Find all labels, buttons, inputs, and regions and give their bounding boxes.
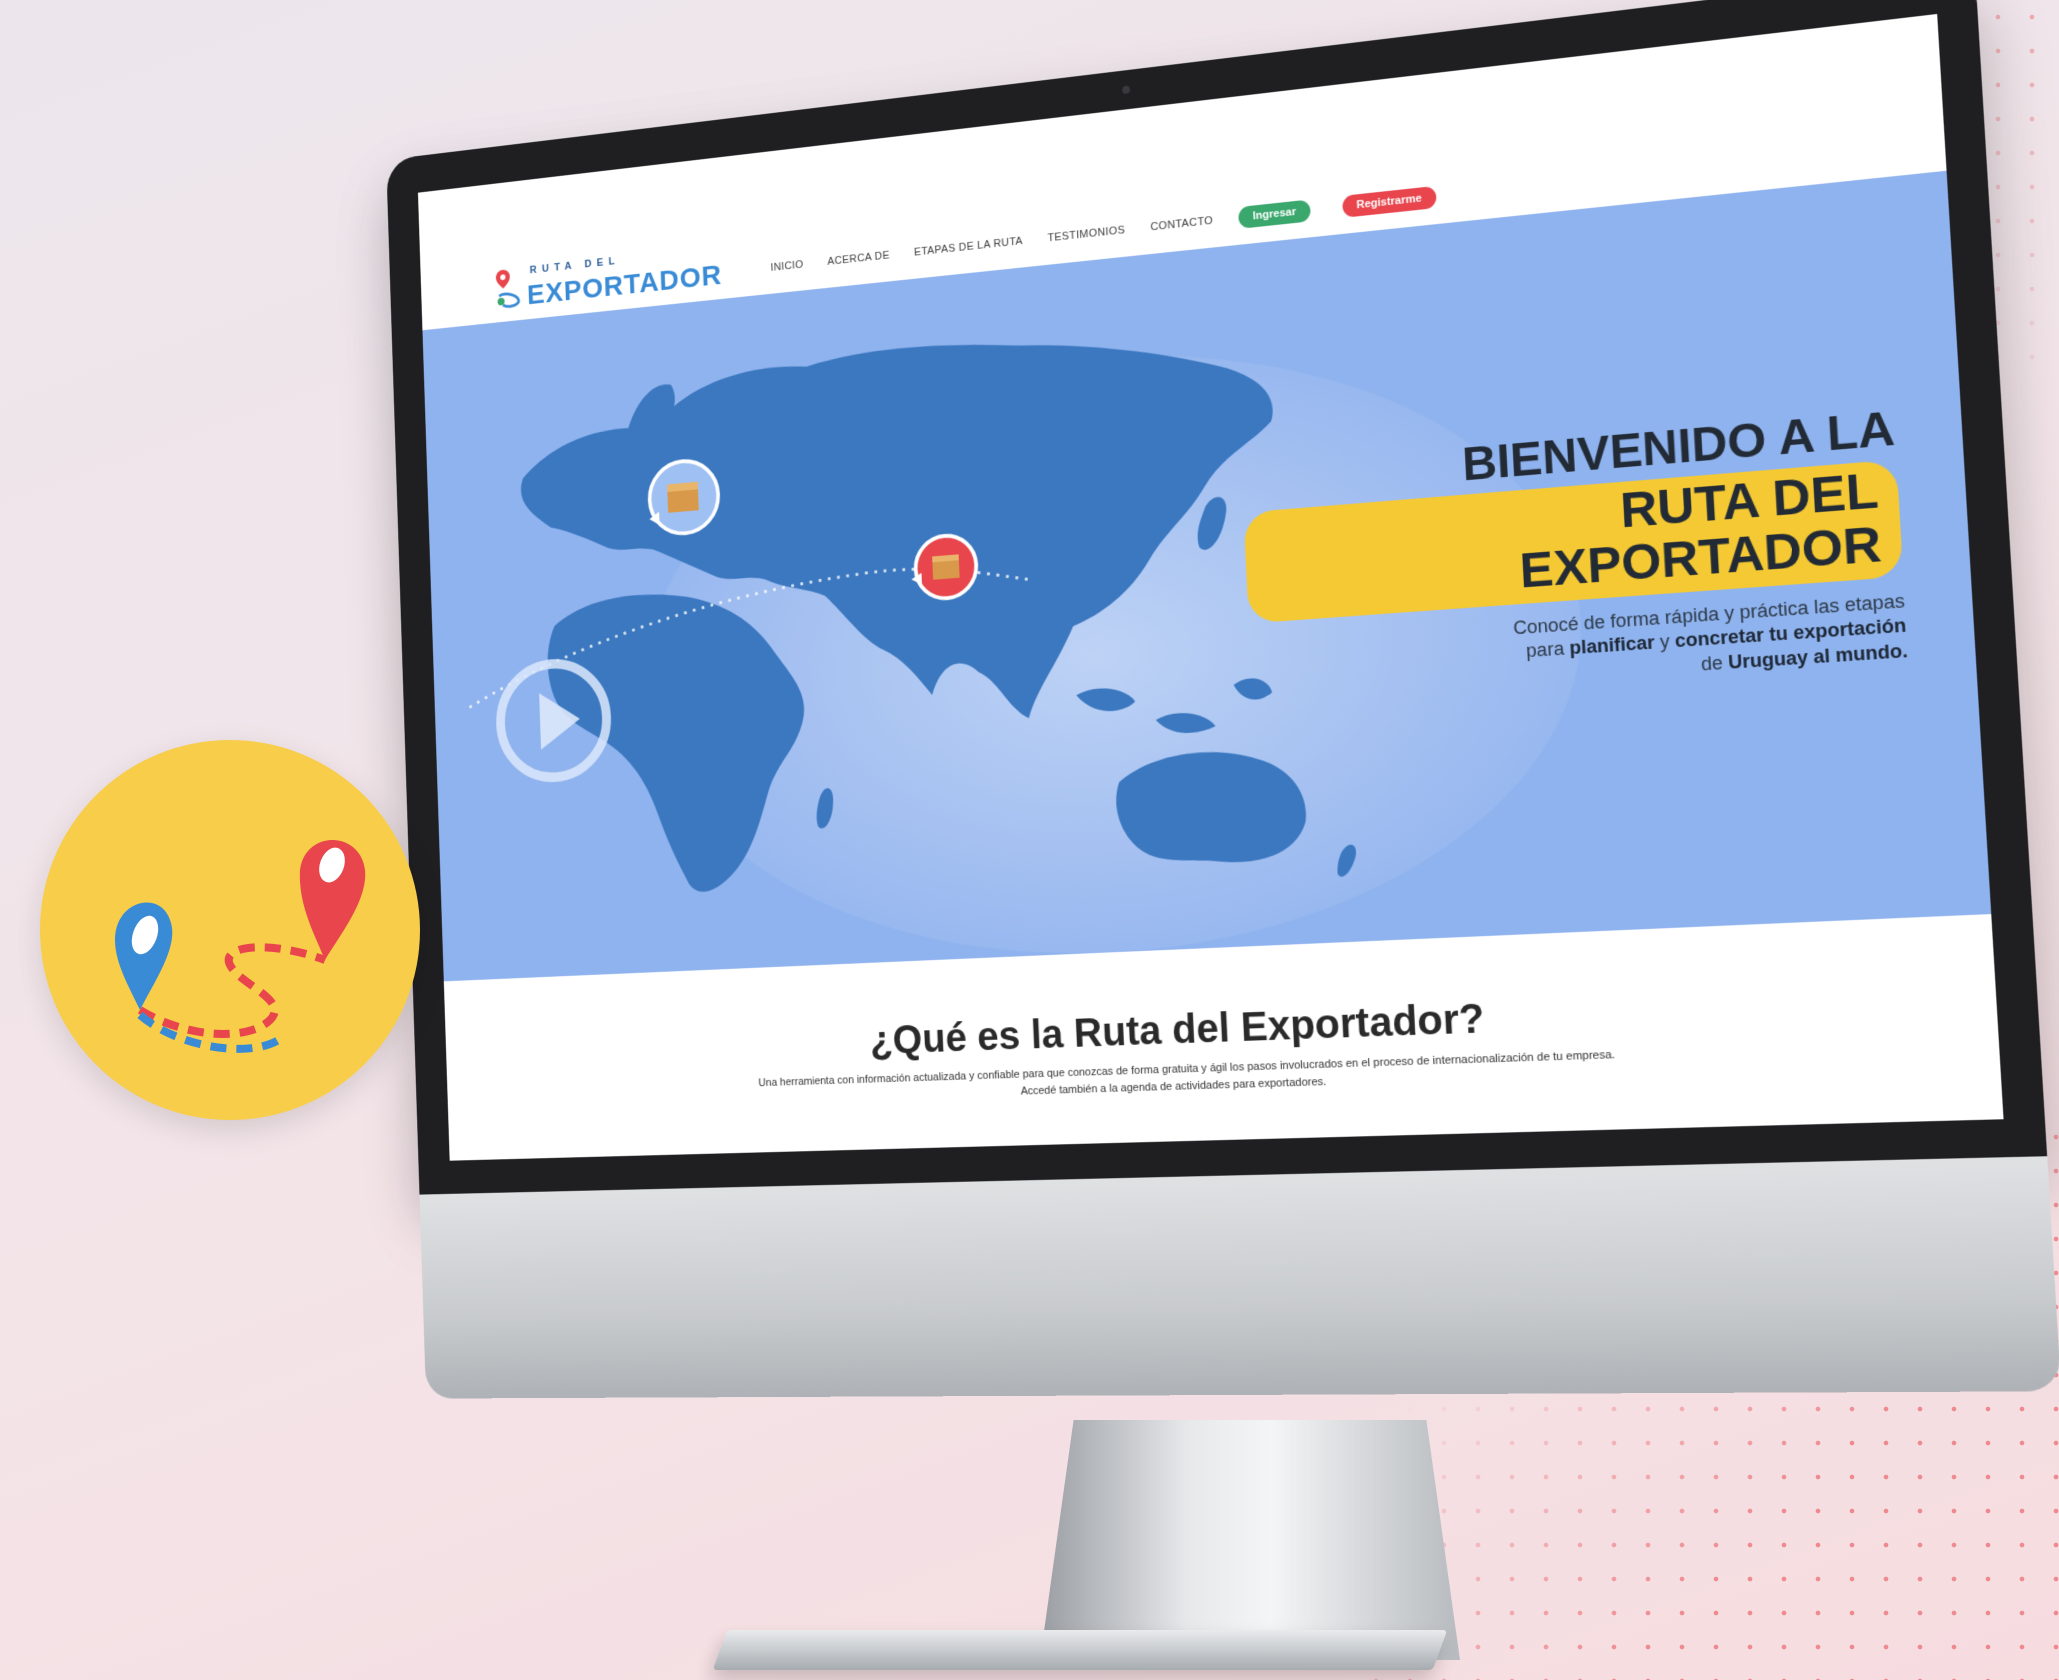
route-icon xyxy=(115,840,366,1053)
monitor-bezel: RUTA DEL EXPORTADOR INICIO ACERCA DE ETA… xyxy=(386,0,2048,1195)
nav-item-acerca[interactable]: ACERCA DE xyxy=(827,250,890,268)
africa-shape xyxy=(545,582,812,900)
hero-desc-part-3: y xyxy=(1653,631,1676,654)
map-pin-icon xyxy=(495,269,526,312)
nav-item-testimonios[interactable]: TESTIMONIOS xyxy=(1047,224,1125,244)
nav-item-inicio[interactable]: INICIO xyxy=(770,259,803,274)
hero-desc-bold-1: planificar xyxy=(1568,632,1656,659)
australia-shape xyxy=(1114,746,1309,869)
login-button[interactable]: Ingresar xyxy=(1238,199,1311,229)
hero-desc-part-2: para xyxy=(1525,638,1570,662)
monitor-chin xyxy=(419,1156,2059,1399)
nav-item-contacto[interactable]: CONTACTO xyxy=(1150,215,1213,234)
register-button[interactable]: Registrarme xyxy=(1341,185,1437,218)
monitor: RUTA DEL EXPORTADOR INICIO ACERCA DE ETA… xyxy=(386,0,2059,1399)
website-screen: RUTA DEL EXPORTADOR INICIO ACERCA DE ETA… xyxy=(417,13,2004,1161)
nav-item-etapas[interactable]: ETAPAS DE LA RUTA xyxy=(914,235,1023,258)
hero-desc-part-4: de xyxy=(1700,651,1729,675)
route-badge xyxy=(40,740,420,1120)
camera-dot xyxy=(1122,85,1131,95)
